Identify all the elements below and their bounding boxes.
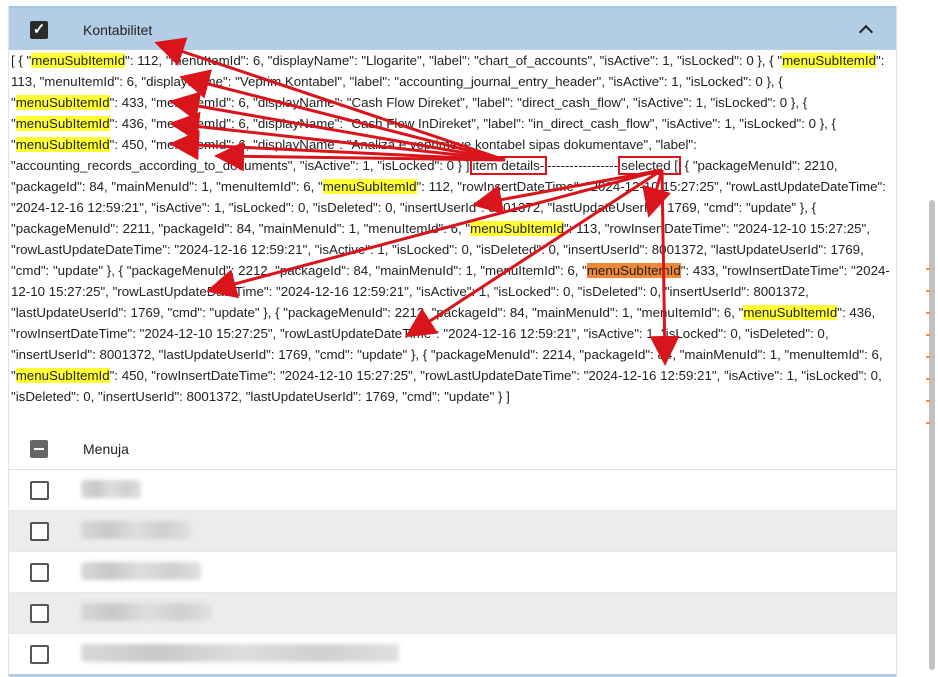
section-header[interactable]: ✓ Kontabilitet <box>9 6 896 50</box>
redacted-menu-label <box>81 603 211 621</box>
section-checkbox[interactable]: ✓ <box>30 21 48 39</box>
highlighted-key: menuSubItemId <box>743 305 838 320</box>
highlighted-key: menuSubItemId <box>15 137 110 152</box>
log-text: ": 450, "rowInsertDateTime": "2024-12-10… <box>11 368 882 404</box>
section-title: Kontabilitet <box>83 22 153 38</box>
debug-log-text: [ { "menuSubItemId": 112, "menuItemId": … <box>11 50 891 407</box>
highlighted-key: menuSubItemId <box>15 95 110 110</box>
row-checkbox[interactable] <box>30 481 49 500</box>
row-checkbox[interactable] <box>30 522 49 541</box>
log-text: ": 112, "menuItemId": 6, "displayName": … <box>125 53 783 68</box>
scroll-markers <box>926 268 932 444</box>
table-row[interactable] <box>9 552 896 593</box>
select-all-checkbox[interactable] <box>30 440 48 458</box>
redacted-menu-label <box>81 644 399 662</box>
highlighted-key: menuSubItemId <box>15 368 110 383</box>
annotated-keyword: selected [ <box>618 156 681 175</box>
highlighted-key: menuSubItemId <box>470 221 565 236</box>
highlighted-key: menuSubItemId <box>15 116 110 131</box>
table-header: Menuja <box>9 429 896 470</box>
highlighted-key: menuSubItemId <box>31 53 126 68</box>
highlighted-key: menuSubItemId <box>586 263 681 278</box>
row-checkbox[interactable] <box>30 645 49 664</box>
annotated-keyword: item details- <box>469 156 548 175</box>
row-checkbox[interactable] <box>30 604 49 623</box>
table-row[interactable] <box>9 511 896 552</box>
log-text: [ { " <box>11 53 32 68</box>
log-text: ---------------- <box>547 158 619 173</box>
accounting-panel: ✓ Kontabilitet [ { "menuSubItemId": 112,… <box>8 6 897 677</box>
highlighted-key: menuSubItemId <box>322 179 417 194</box>
redacted-menu-label <box>81 562 201 580</box>
table-row[interactable] <box>9 593 896 634</box>
redacted-menu-label <box>81 480 141 498</box>
table-row[interactable] <box>9 470 896 511</box>
highlighted-key: menuSubItemId <box>782 53 876 68</box>
chevron-up-icon[interactable] <box>858 24 874 40</box>
row-checkbox[interactable] <box>30 563 49 582</box>
table-row[interactable] <box>9 634 896 675</box>
redacted-menu-label <box>81 521 191 539</box>
column-header-menu: Menuja <box>83 441 129 457</box>
